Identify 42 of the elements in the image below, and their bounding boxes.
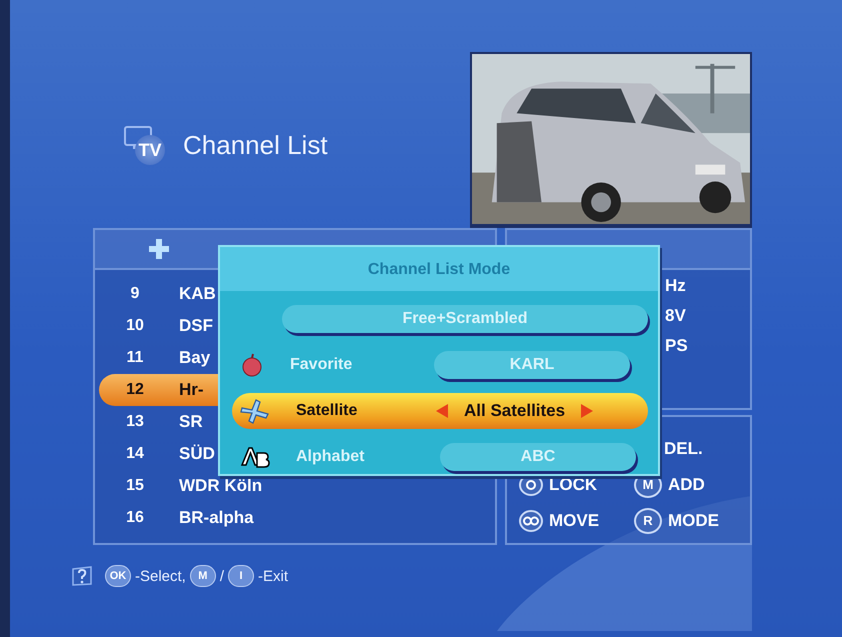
- alphabet-icon: [240, 445, 270, 469]
- satellite-icon: [240, 398, 270, 424]
- right-arrow-icon: [581, 404, 594, 418]
- option-label: Satellite: [296, 402, 358, 420]
- hint-text: -Exit: [258, 568, 288, 584]
- channel-number: 9: [130, 285, 140, 303]
- channel-name: SR: [179, 412, 203, 432]
- channel-number: 11: [126, 349, 144, 367]
- plus-icon: [149, 239, 169, 259]
- option-label: Alphabet: [296, 448, 366, 466]
- channel-number: 13: [125, 413, 145, 431]
- key-label: ADD: [668, 475, 705, 495]
- option-label: Favorite: [290, 356, 354, 374]
- channel-number: 10: [125, 317, 145, 335]
- hint-text: /: [220, 568, 224, 584]
- channel-name: WDR Köln: [179, 476, 262, 496]
- channel-number: 15: [125, 477, 145, 495]
- channel-name: BR-alpha: [179, 508, 254, 528]
- screen-title: Channel List: [183, 130, 328, 160]
- left-arrow-icon: [436, 404, 448, 418]
- apple-icon: [240, 353, 264, 377]
- loop-key-icon: [519, 510, 543, 532]
- channel-name: KAB: [179, 284, 216, 304]
- info-text: Hz: [665, 276, 687, 296]
- key-label: MOVE: [549, 511, 600, 531]
- channel-name: DSF: [179, 316, 213, 336]
- option-row[interactable]: Satellite All Satellites: [232, 393, 648, 429]
- help-icon: [71, 566, 93, 586]
- channel-number: 16: [125, 509, 145, 527]
- info-text: PS: [665, 336, 689, 356]
- channel-name: Bay: [179, 348, 210, 368]
- option-value: All Satellites: [464, 401, 566, 421]
- channel-number: 12: [125, 381, 145, 399]
- key-label: MODE: [668, 511, 719, 531]
- channel-name: SÜD: [179, 444, 215, 464]
- channel-name: Hr-: [179, 380, 204, 400]
- key-label: DEL.: [664, 439, 703, 459]
- channel-number: 14: [125, 445, 145, 463]
- dialog-title: Channel List Mode: [220, 247, 658, 291]
- hint-text: -Select,: [135, 568, 186, 584]
- channel-row[interactable]: 16 BR-alpha: [99, 502, 491, 534]
- info-text: 8V: [665, 306, 687, 326]
